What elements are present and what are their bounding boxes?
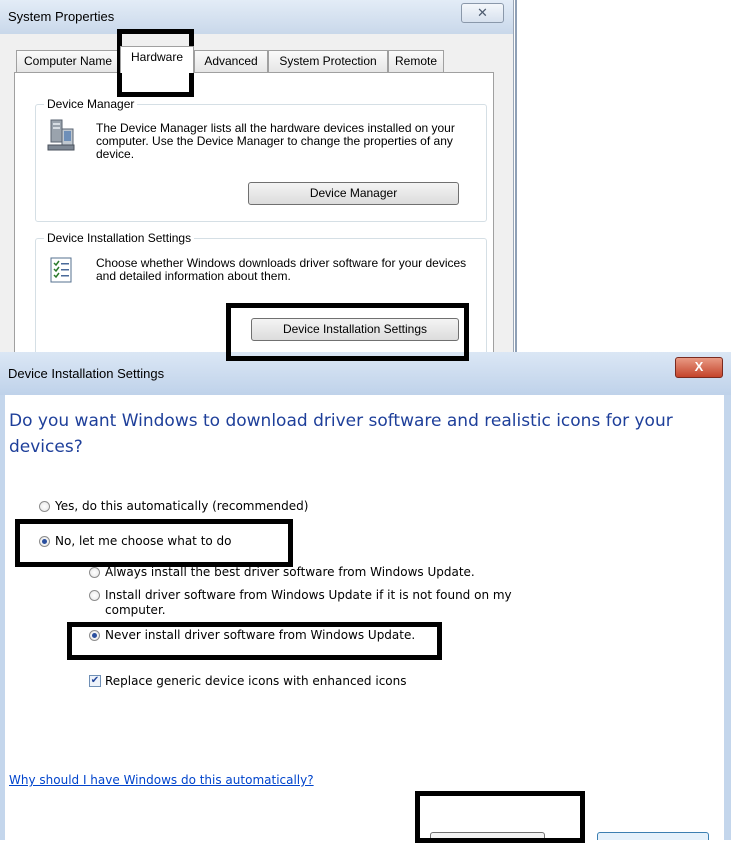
hardware-tab-panel: Device Manager The Device Manager lists … (14, 72, 494, 352)
dialog-content: Do you want Windows to download driver s… (5, 395, 724, 840)
system-properties-window: System Properties ✕ Computer Name Hardwa… (0, 0, 514, 352)
replace-icons-label[interactable]: Replace generic device icons with enhanc… (105, 674, 407, 689)
option-no-label[interactable]: No, let me choose what to do (55, 534, 232, 549)
sub-option-if-not-found-label[interactable]: Install driver software from Windows Upd… (105, 588, 575, 618)
tab-hardware[interactable]: Hardware (120, 46, 194, 73)
replace-icons-checkbox[interactable]: ✔ (89, 675, 101, 687)
tab-advanced[interactable]: Advanced (194, 50, 268, 72)
device-installation-description: Choose whether Windows downloads driver … (96, 256, 467, 283)
close-button[interactable]: ✕ (461, 3, 504, 23)
save-changes-button[interactable] (430, 832, 545, 840)
cancel-button[interactable] (597, 832, 709, 840)
radio-install-if-not-found[interactable] (89, 590, 100, 601)
dialog-title: Device Installation Settings (8, 366, 165, 381)
device-manager-button[interactable]: Device Manager (248, 182, 459, 205)
device-manager-group-label: Device Manager (44, 97, 138, 111)
sub-option-always-label[interactable]: Always install the best driver software … (105, 565, 475, 580)
radio-yes-automatically[interactable] (39, 501, 50, 512)
device-installation-settings-dialog: Device Installation Settings X Do you wa… (0, 352, 731, 840)
device-manager-group: Device Manager The Device Manager lists … (35, 97, 487, 222)
radio-always-install[interactable] (89, 567, 100, 578)
system-properties-titlebar: System Properties ✕ (0, 0, 513, 34)
system-properties-title: System Properties (8, 9, 115, 24)
device-manager-description: The Device Manager lists all the hardwar… (96, 121, 455, 161)
dialog-titlebar: Device Installation Settings X (0, 352, 731, 395)
tab-remote[interactable]: Remote (388, 50, 444, 72)
dialog-close-button[interactable]: X (675, 357, 723, 378)
sub-option-never-label[interactable]: Never install driver software from Windo… (105, 628, 415, 643)
radio-never-install[interactable] (89, 630, 100, 641)
close-icon: ✕ (477, 5, 488, 20)
device-installation-group: Device Installation Settings Choose whet… (35, 231, 487, 352)
checklist-icon (50, 257, 72, 283)
tab-computer-name[interactable]: Computer Name (16, 50, 120, 72)
radio-no-choose[interactable] (39, 536, 50, 547)
background-window-edge (515, 0, 731, 352)
computer-icon (46, 119, 76, 153)
tab-system-protection[interactable]: System Protection (268, 50, 388, 72)
dialog-question: Do you want Windows to download driver s… (9, 411, 673, 457)
close-icon: X (694, 359, 704, 374)
why-automatic-link[interactable]: Why should I have Windows do this automa… (9, 773, 314, 787)
device-installation-group-label: Device Installation Settings (44, 231, 195, 245)
dialog-frame-right (724, 395, 731, 840)
device-installation-settings-button[interactable]: Device Installation Settings (251, 318, 459, 341)
option-yes-label[interactable]: Yes, do this automatically (recommended) (55, 499, 308, 514)
